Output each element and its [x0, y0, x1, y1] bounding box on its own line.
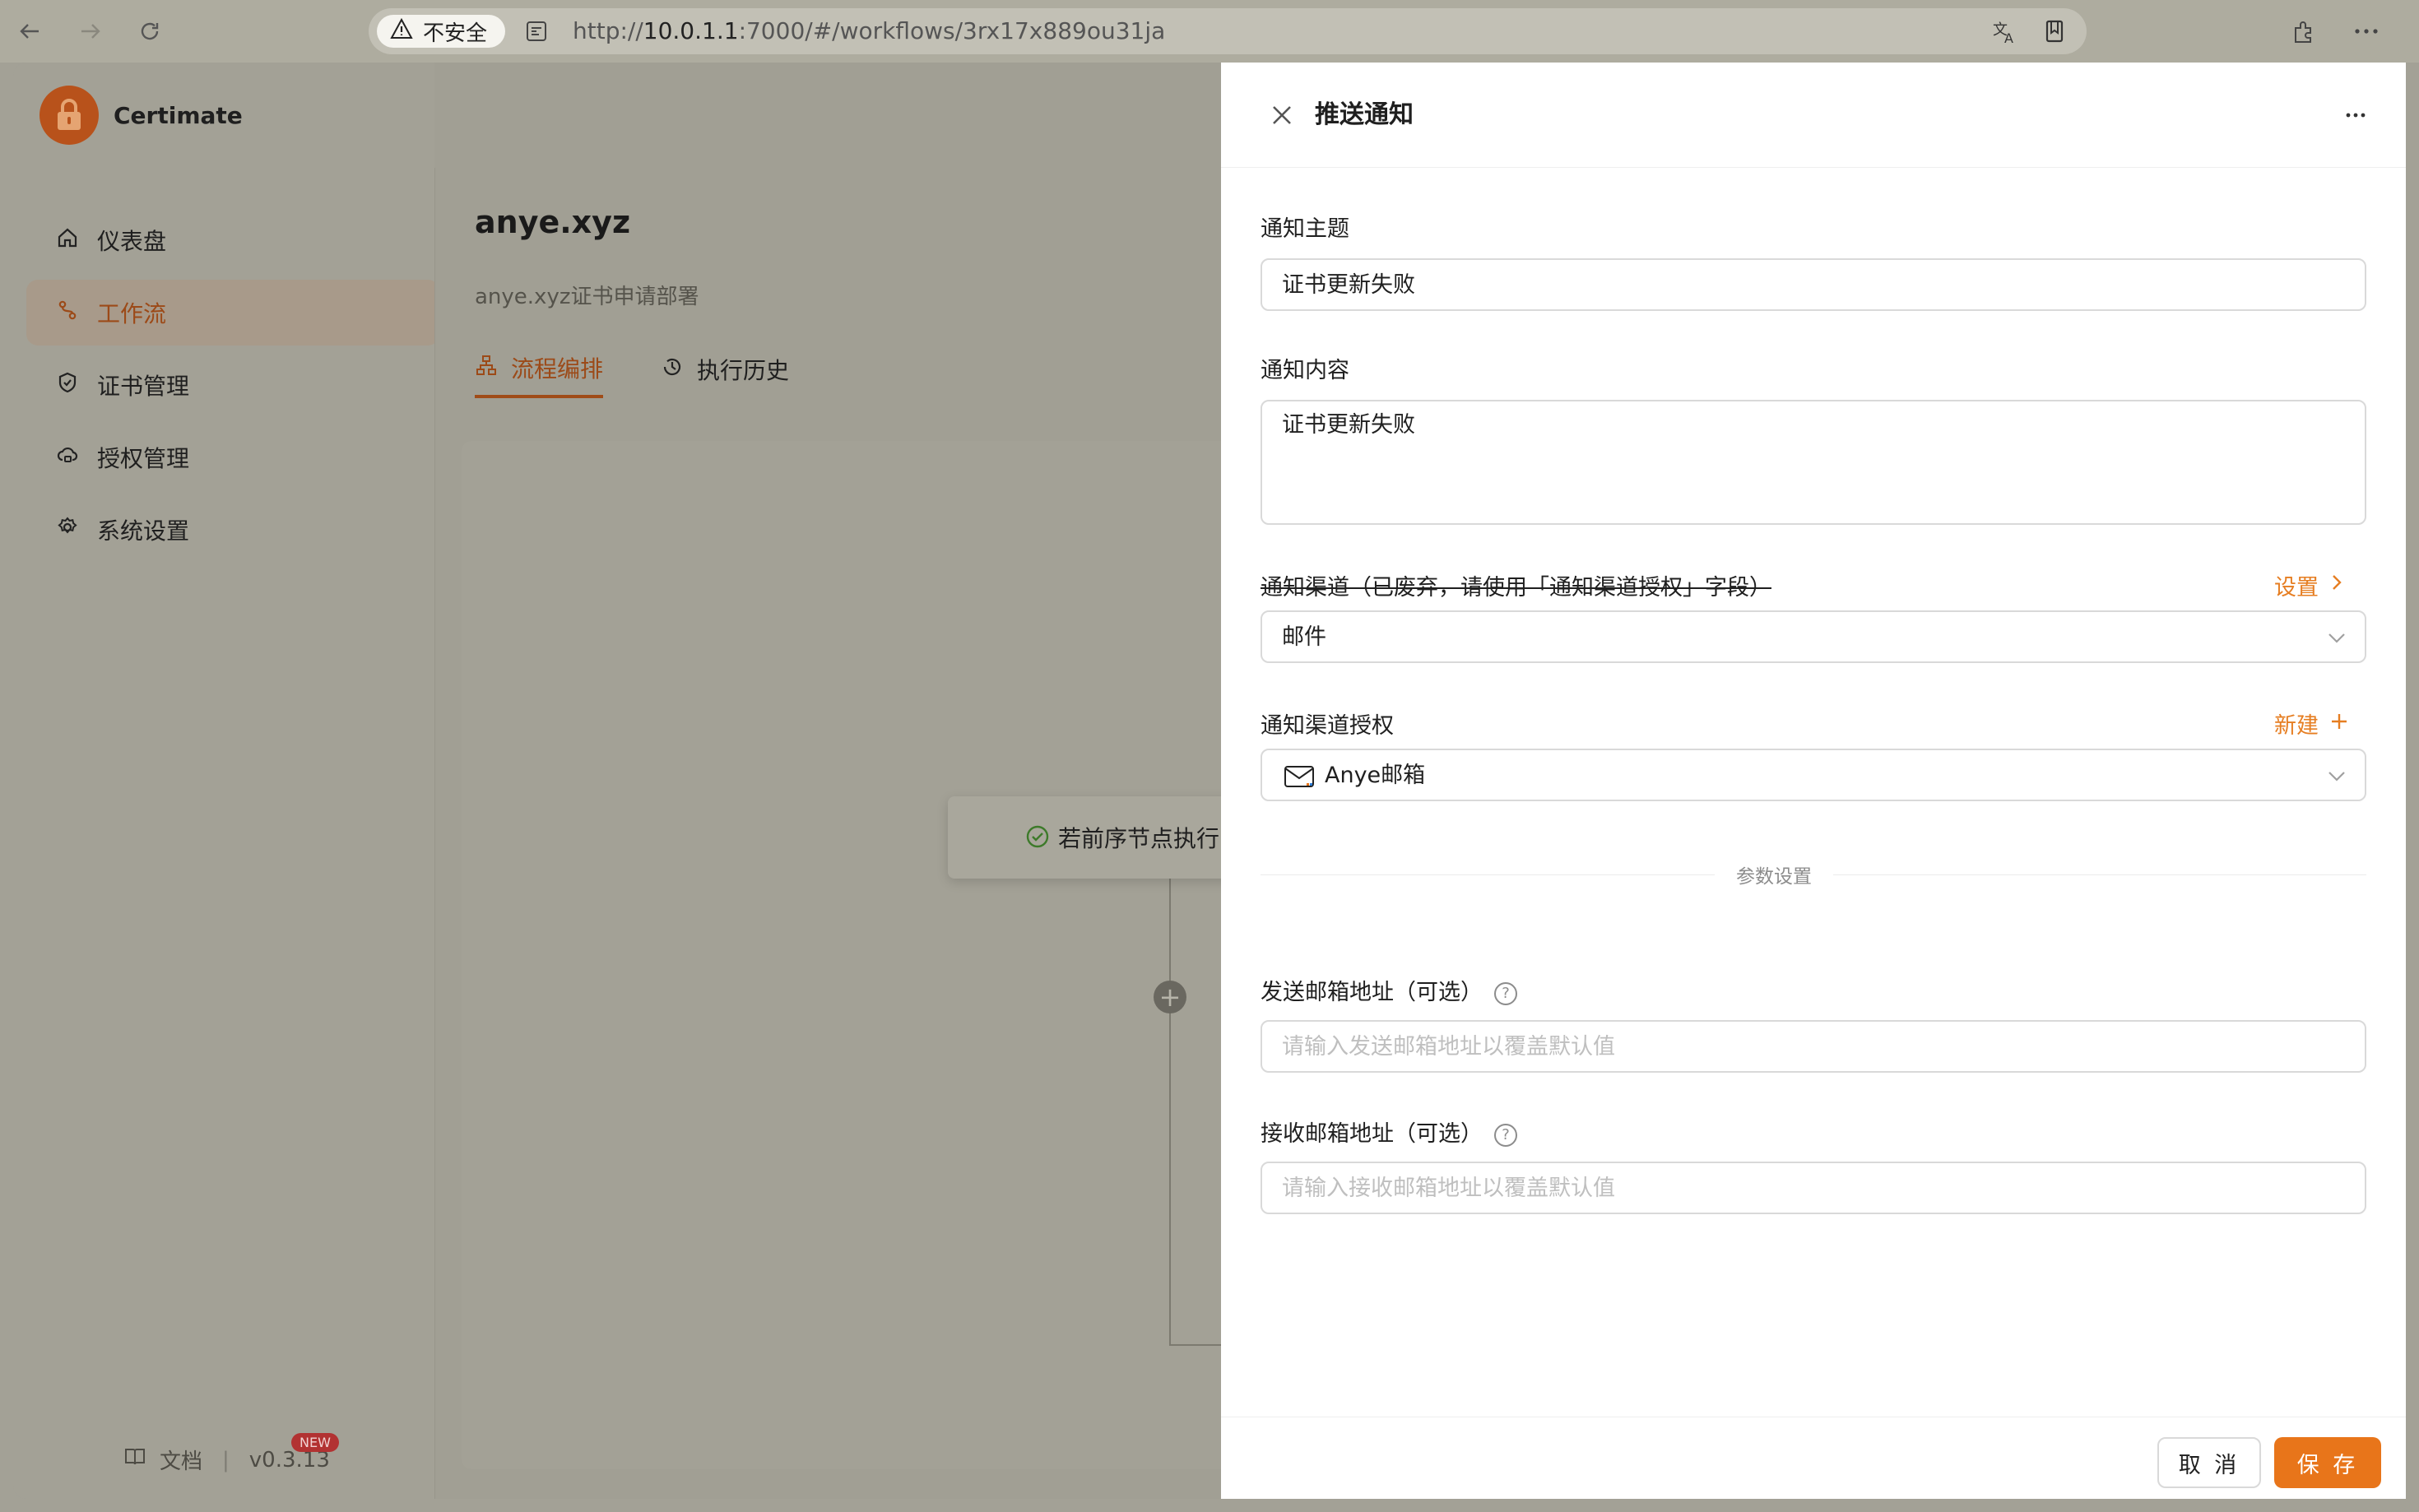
- subject-input[interactable]: 证书更新失败: [1261, 258, 2366, 311]
- close-icon[interactable]: [1265, 99, 1298, 132]
- new-channel-auth-text: 新建: [2274, 713, 2319, 739]
- sidebar-item-dashboard[interactable]: 仪表盘: [26, 207, 439, 273]
- receiver-label: 接收邮箱地址（可选）?: [1261, 1115, 1517, 1148]
- sidebar-item-label: 仪表盘: [97, 228, 167, 255]
- section-title: 参数设置: [1715, 860, 1833, 888]
- extensions-icon[interactable]: [2287, 15, 2320, 48]
- sidebar-item-workflow[interactable]: 工作流: [26, 280, 439, 346]
- browser-menu-icon[interactable]: [2350, 15, 2383, 48]
- docs-link[interactable]: 文档: [160, 1445, 202, 1475]
- receiver-placeholder: 请输入接收邮箱地址以覆盖默认值: [1282, 1176, 1615, 1201]
- channel-auth-select[interactable]: Anye邮箱: [1261, 749, 2366, 801]
- sidebar-item-label: 证书管理: [97, 373, 190, 400]
- book-icon: [123, 1447, 146, 1473]
- reading-list-icon[interactable]: [2042, 18, 2068, 48]
- more-icon[interactable]: [2335, 99, 2376, 132]
- footer-separator: |: [222, 1447, 230, 1473]
- url-text: http://10.0.1.1:7000/#/workflows/3rx17x8…: [573, 17, 1166, 44]
- node-text: 若前序节点执行: [1058, 825, 1220, 852]
- channel-select[interactable]: 邮件: [1261, 610, 2366, 663]
- notify-drawer: 推送通知 通知主题 证书更新失败 通知内容 证书更新失败 通知渠道（已废弃，请使…: [1221, 63, 2406, 1499]
- help-icon[interactable]: ?: [1494, 1123, 1517, 1147]
- drawer-title: 推送通知: [1315, 100, 1414, 129]
- content-value: 证书更新失败: [1282, 412, 1415, 438]
- sidebar-item-label: 授权管理: [97, 445, 190, 472]
- tab-label: 流程编排: [511, 355, 604, 383]
- channel-settings-link[interactable]: 设置: [2274, 569, 2343, 601]
- tab-label: 执行历史: [697, 357, 790, 384]
- section-divider: [1261, 874, 1734, 875]
- content-label: 通知内容: [1261, 358, 1349, 383]
- chevron-right-icon: [2330, 573, 2343, 598]
- page-title: anye.xyz: [475, 204, 631, 240]
- history-icon: [661, 355, 684, 384]
- cloud-lock-icon: [56, 443, 79, 472]
- new-channel-auth-link[interactable]: 新建: [2274, 707, 2348, 740]
- brand-name: Certimate: [114, 101, 243, 129]
- sender-placeholder: 请输入发送邮箱地址以覆盖默认值: [1282, 1034, 1615, 1060]
- brand[interactable]: Certimate: [39, 86, 243, 145]
- gear-icon: [56, 516, 79, 545]
- warning-icon: [390, 17, 413, 45]
- reload-icon[interactable]: [135, 16, 165, 46]
- help-icon[interactable]: ?: [1494, 981, 1517, 1005]
- workflow-icon: [56, 299, 79, 327]
- sidebar-item-label: 系统设置: [97, 517, 190, 545]
- channel-auth-value: Anye邮箱: [1325, 763, 1426, 788]
- translate-icon[interactable]: 文A: [1991, 18, 2019, 49]
- channel-settings-text: 设置: [2274, 575, 2319, 601]
- channel-label: 通知渠道（已废弃，请使用「通知渠道授权」字段）: [1261, 575, 1771, 601]
- drawer-header: 推送通知: [1221, 63, 2406, 168]
- forward-icon[interactable]: [76, 16, 105, 46]
- subject-label: 通知主题: [1261, 216, 1349, 242]
- tab-orchestration[interactable]: 流程编排: [475, 341, 604, 398]
- content-textarea[interactable]: 证书更新失败: [1261, 400, 2366, 525]
- channel-auth-label: 通知渠道授权: [1261, 713, 1394, 739]
- tab-history[interactable]: 执行历史: [661, 341, 789, 398]
- section-divider: [1813, 874, 2366, 875]
- check-circle-icon: [1025, 824, 1050, 855]
- sidebar: Certimate 仪表盘 工作流 证书管理 授权管理 系统设置 文档 | v0…: [13, 63, 439, 1499]
- security-indicator[interactable]: 不安全: [377, 15, 506, 48]
- sidebar-item-settings[interactable]: 系统设置: [26, 497, 439, 563]
- receiver-input[interactable]: 请输入接收邮箱地址以覆盖默认值: [1261, 1162, 2366, 1214]
- svg-text:A: A: [2004, 30, 2013, 46]
- subject-value: 证书更新失败: [1282, 272, 1415, 298]
- flow-connector: [1169, 836, 1171, 1346]
- new-badge: NEW: [291, 1433, 339, 1452]
- chevron-down-icon: [2325, 627, 2348, 650]
- sidebar-item-access[interactable]: 授权管理: [26, 424, 439, 490]
- sender-label: 发送邮箱地址（可选）?: [1261, 974, 1517, 1006]
- cancel-button[interactable]: 取 消: [2157, 1437, 2261, 1488]
- sidebar-item-certificates[interactable]: 证书管理: [26, 352, 439, 418]
- back-icon[interactable]: [15, 16, 44, 46]
- drawer-footer: 取 消 保 存: [1221, 1417, 2406, 1499]
- add-node-icon[interactable]: +: [1154, 981, 1186, 1013]
- hierarchy-icon: [475, 354, 498, 383]
- browser-toolbar: 不安全 http://10.0.1.1:7000/#/workflows/3rx…: [0, 0, 2419, 63]
- plus-icon: [2330, 711, 2348, 736]
- save-button[interactable]: 保 存: [2274, 1437, 2381, 1488]
- address-bar[interactable]: 不安全 http://10.0.1.1:7000/#/workflows/3rx…: [369, 8, 2087, 54]
- lock-logo-icon: [39, 86, 99, 145]
- page-info-icon[interactable]: [525, 20, 548, 46]
- sidebar-item-label: 工作流: [97, 300, 167, 327]
- page-subtitle: anye.xyz证书申请部署: [475, 285, 699, 309]
- security-label: 不安全: [423, 21, 488, 46]
- chevron-down-icon: [2325, 765, 2348, 788]
- sender-input[interactable]: 请输入发送邮箱地址以覆盖默认值: [1261, 1020, 2366, 1073]
- email-icon: [1284, 763, 1315, 793]
- shield-check-icon: [56, 371, 79, 400]
- channel-value: 邮件: [1282, 624, 1326, 650]
- home-icon: [56, 226, 79, 255]
